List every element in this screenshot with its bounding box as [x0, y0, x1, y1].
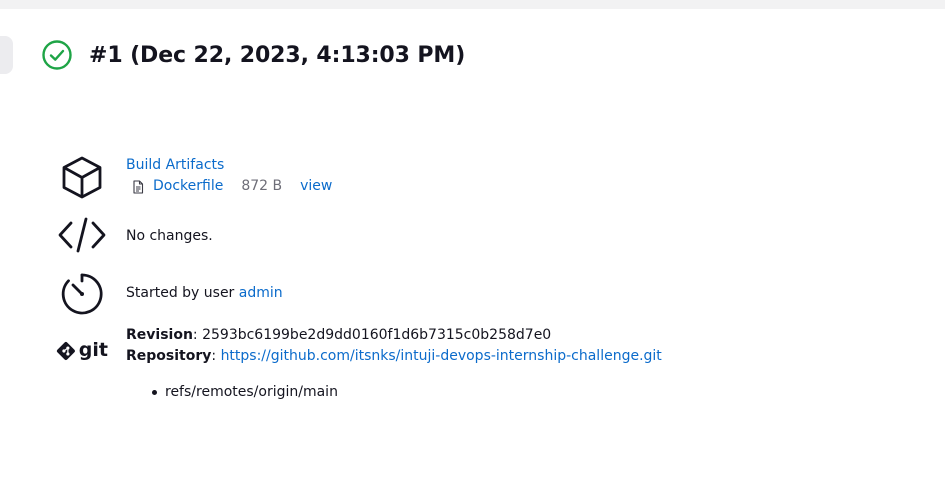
revision-label: Revision [126, 327, 193, 343]
user-link[interactable]: admin [239, 285, 283, 301]
code-icon [58, 217, 106, 253]
started-by-label: Started by user [126, 285, 239, 301]
top-bar [0, 0, 945, 9]
side-panel-tab[interactable] [0, 36, 13, 74]
git-logo-icon: git [56, 324, 108, 376]
package-box-icon [62, 156, 102, 199]
artifact-file-link[interactable]: Dockerfile [153, 176, 223, 197]
changes-text: No changes. [126, 228, 213, 244]
page-title: #1 (Dec 22, 2023, 4:13:03 PM) [89, 42, 466, 68]
bullet-icon [152, 389, 157, 395]
git-logo-text: git [78, 339, 108, 361]
repository-label: Repository [126, 348, 212, 364]
timer-icon [61, 273, 103, 315]
revision-value: 2593bc6199be2d9dd0160f1d6b7315c0b258d7e0 [202, 327, 552, 343]
branch-list-item: refs/remotes/origin/main [152, 382, 338, 402]
repository-link[interactable]: https://github.com/itsnks/intuji-devops-… [221, 348, 662, 364]
success-check-icon [42, 40, 72, 70]
artifact-view-link[interactable]: view [300, 176, 332, 197]
file-icon [133, 179, 144, 194]
build-artifacts-link[interactable]: Build Artifacts [126, 157, 224, 173]
artifact-file-size: 872 B [241, 178, 283, 194]
build-header: #1 (Dec 22, 2023, 4:13:03 PM) [41, 38, 465, 72]
revision-line: Revision: 2593bc6199be2d9dd0160f1d6b7315… [126, 327, 552, 343]
branch-name: refs/remotes/origin/main [165, 384, 338, 400]
repository-line: Repository: https://github.com/itsnks/in… [126, 348, 662, 364]
artifact-row: Dockerfile 872 B view [126, 176, 332, 197]
